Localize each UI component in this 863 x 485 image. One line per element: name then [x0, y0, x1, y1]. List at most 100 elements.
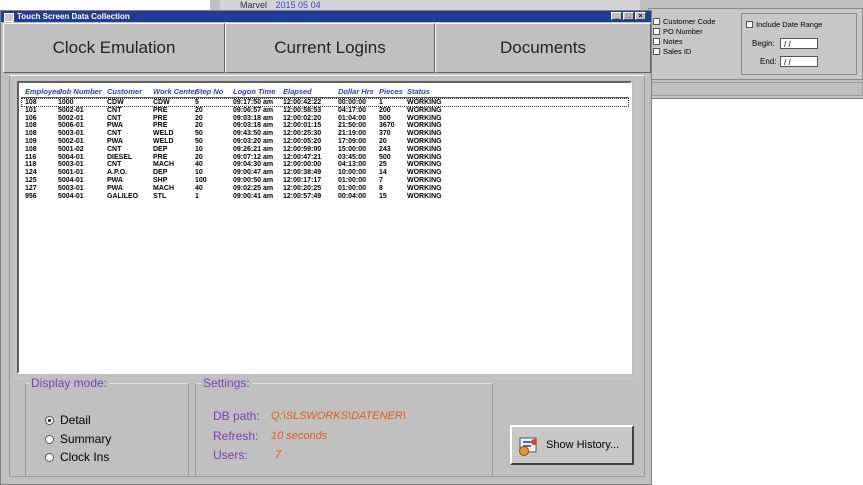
app-icon — [4, 13, 14, 22]
table-row[interactable]: 108 5001-02 CNT DEP 10 09:26:21 am 12:00:59:00… — [19, 146, 629, 154]
summary-radio[interactable]: Summary — [45, 432, 111, 446]
table-row[interactable]: 127 5003-01 PWA MACH 40 09:02:25 am 12:00:20:2… — [19, 185, 629, 193]
table-cell: 20 — [195, 114, 203, 122]
tab-documents[interactable]: Documents — [435, 23, 651, 73]
background-top-label: Marvel — [240, 0, 268, 10]
table-cell: 09:03:18 am — [233, 122, 274, 130]
table-cell: 21:50:00 — [338, 122, 367, 130]
table-cell: 14 — [379, 169, 387, 177]
detail-radio[interactable]: Detail — [45, 413, 91, 427]
begin-date-field[interactable]: / / — [780, 38, 818, 49]
table-cell: WORKING — [407, 114, 442, 122]
table-cell: SHP — [153, 177, 168, 184]
table-row[interactable]: 109 5002-01 PWA WELD 50 09:03:20 am 12:00:05:2… — [19, 138, 629, 146]
table-cell: 1000 — [58, 99, 74, 106]
table-cell: 108 — [25, 145, 37, 153]
users-label: Users: — [213, 448, 248, 462]
tab-clock-emulation[interactable]: Clock Emulation — [3, 23, 225, 73]
show-history-label: Show History... — [546, 439, 620, 451]
column-header[interactable]: Work Center — [153, 87, 197, 96]
show-history-button[interactable]: Show History... — [510, 425, 634, 465]
table-cell: 10:00:00 — [338, 169, 367, 177]
table-cell: 40 — [195, 184, 203, 192]
notes-checkbox[interactable]: Notes — [653, 37, 683, 46]
table-cell: DIESEL — [107, 153, 133, 161]
table-cell: CDW — [153, 99, 170, 106]
table-cell: 09:02:25 am — [233, 184, 274, 192]
table-cell: 09:06:57 am — [233, 106, 274, 114]
end-date-field[interactable]: / / — [780, 56, 818, 67]
clock-ins-radio[interactable]: Clock Ins — [45, 450, 109, 464]
tab-current-logins[interactable]: Current Logins — [225, 23, 435, 73]
column-header[interactable]: Employee — [25, 87, 60, 96]
table-row[interactable]: 118 5003-01 CNT MACH 40 09:04:30 am 12:00:00:0… — [19, 161, 629, 169]
table-cell: 01:00:00 — [338, 184, 367, 192]
column-header[interactable]: Elapsed — [283, 87, 312, 96]
maximize-button[interactable]: □ — [623, 12, 634, 20]
column-header[interactable]: Status — [407, 87, 430, 96]
column-header[interactable]: Dollar Hrs — [338, 87, 374, 96]
table-cell: 370 — [379, 130, 391, 138]
display-mode-title: Display mode: — [29, 376, 110, 390]
column-header[interactable]: Job Number — [58, 87, 102, 96]
table-cell: 09:03:18 am — [233, 114, 274, 122]
table-cell: 7 — [379, 177, 383, 184]
po-number-checkbox[interactable]: PO Number — [653, 27, 703, 36]
table-row[interactable]: 125 5004-01 PWA SHP 100 09:00:50 am 12:00:17:1… — [19, 177, 629, 185]
table-cell: 5004-01 — [58, 177, 84, 184]
users-value: 7 — [275, 449, 282, 461]
table-cell: 243 — [379, 145, 391, 153]
column-header[interactable]: Customer — [107, 87, 142, 96]
window-title: Touch Screen Data Collection — [17, 12, 130, 21]
table-row[interactable]: 106 5002-01 CNT PRE 20 09:03:18 am 12:00:02:20… — [19, 115, 629, 123]
customer-code-checkbox[interactable]: Customer Code — [653, 17, 716, 26]
table-cell: CNT — [107, 145, 122, 153]
table-cell: 125 — [25, 177, 37, 184]
table-row[interactable]: 108 5006-01 PWA PRE 20 09:03:18 am 12:00:01:15… — [19, 122, 629, 130]
table-cell: 5002-01 — [58, 138, 84, 145]
table-cell: 15:00:00 — [338, 145, 367, 153]
close-button[interactable]: × — [635, 12, 646, 20]
background-status-bar — [648, 82, 863, 96]
column-header[interactable]: Step No — [195, 87, 223, 96]
title-bar[interactable]: Touch Screen Data Collection _ □ × — [1, 11, 651, 22]
table-cell: 12:00:42:22 — [283, 99, 322, 106]
table-row[interactable]: 108 5003-01 CNT WELD 50 09:43:50 am 12:00:25:3… — [19, 130, 629, 138]
table-cell: 10 — [195, 169, 203, 177]
settings-title: Settings: — [201, 376, 252, 390]
table-cell: A.P.O. — [107, 169, 128, 177]
table-cell: 1 — [379, 99, 383, 106]
table-row[interactable]: 108 1000 CDW CDW 5 09:17:50 am 12:00:42:22 00:0… — [19, 99, 629, 107]
tab-strip: Clock Emulation Current Logins Documents — [3, 23, 651, 73]
table-cell: WORKING — [407, 122, 442, 130]
table-cell: WORKING — [407, 169, 442, 177]
table-cell: 108 — [25, 130, 37, 138]
table-row[interactable]: 116 5004-01 DIESEL PRE 20 09:07:12 am 12:00:47… — [19, 154, 629, 162]
table-cell: 09:03:20 am — [233, 138, 274, 145]
table-row[interactable]: 956 5004-01 GALILEO STL 1 09:00:41 am 12:00:57… — [19, 193, 629, 201]
table-cell: 10 — [195, 145, 203, 153]
column-header[interactable]: Pieces — [379, 87, 403, 96]
table-cell: 12:00:02:20 — [283, 114, 322, 122]
table-cell: 5004-01 — [58, 153, 84, 161]
column-header[interactable]: Logon Time — [233, 87, 275, 96]
table-cell: 17:09:00 — [338, 138, 367, 145]
table-cell: 12:00:57:49 — [283, 192, 322, 200]
table-cell: 12:00:01:15 — [283, 122, 322, 130]
table-cell: PRE — [153, 106, 168, 114]
table-row[interactable]: 101 5002-01 CNT PRE 20 09:06:57 am 12:00:58:53… — [19, 107, 629, 115]
table-cell: 5003-01 — [58, 184, 84, 192]
table-row[interactable]: 124 5001-01 A.P.O. DEP 10 09:00:47 am 12:00:38… — [19, 169, 629, 177]
table-cell: 100 — [195, 177, 207, 184]
table-cell: WORKING — [407, 145, 442, 153]
logins-list[interactable]: Employee Job Number Customer Work Center Ste… — [17, 81, 632, 374]
include-date-range-checkbox[interactable]: Include Date Range — [746, 20, 822, 29]
sales-id-checkbox[interactable]: Sales ID — [653, 47, 691, 56]
minimize-button[interactable]: _ — [611, 12, 622, 20]
table-cell: GALILEO — [107, 192, 139, 200]
table-cell: 12:00:58:53 — [283, 106, 322, 114]
table-cell: 116 — [25, 153, 37, 161]
table-cell: MACH — [153, 161, 174, 169]
db-path-value: Q:\SLSWORKS\DATENER\ — [271, 410, 406, 422]
table-cell: PWA — [107, 184, 123, 192]
